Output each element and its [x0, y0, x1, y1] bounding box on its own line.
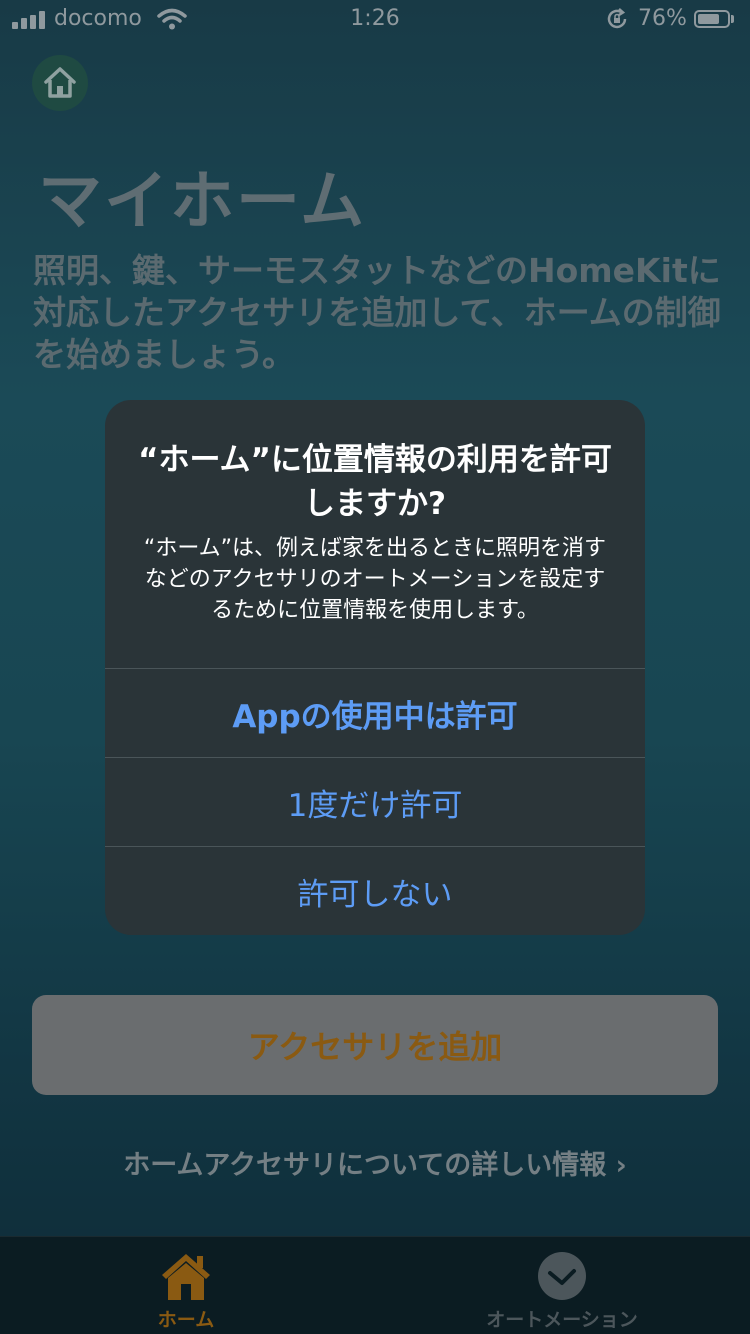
add-accessory-button[interactable]: アクセサリを追加 [32, 995, 718, 1095]
tab-automation[interactable]: オートメーション [462, 1237, 662, 1334]
status-bar: docomo 1:26 76% [0, 0, 750, 40]
alert-title: “ホーム”に位置情報の利用を許可しますか? [138, 442, 612, 522]
battery-percent: 76% [638, 6, 687, 31]
allow-once-button[interactable]: 1度だけ許可 [105, 758, 645, 846]
page-description: 照明、鍵、サーモスタットなどのHomeKitに対応したアクセサリを追加して、ホー… [33, 251, 721, 374]
tab-bar: ホーム オートメーション [0, 1236, 750, 1334]
house-icon [44, 67, 76, 98]
battery-fill [698, 14, 719, 24]
tab-automation-label: オートメーション [486, 1309, 638, 1331]
allow-while-using-button[interactable]: Appの使用中は許可 [105, 669, 645, 757]
accessory-info-link[interactable]: ホームアクセサリについての詳しい情報 › [0, 1143, 750, 1182]
house-icon [162, 1254, 210, 1300]
tab-home-label: ホーム [157, 1309, 215, 1331]
alert-message: “ホーム”は、例えば家を出るときに照明を消すなどのアクセサリのオートメーションを… [143, 536, 607, 623]
tab-home[interactable]: ホーム [86, 1237, 286, 1334]
location-permission-alert: “ホーム”に位置情報の利用を許可しますか? “ホーム”は、例えば家を出るときに照… [105, 400, 645, 935]
rotation-lock-icon [607, 8, 627, 29]
battery-nub [731, 15, 734, 23]
clock-check-icon [538, 1252, 586, 1300]
battery-icon [694, 10, 730, 28]
dont-allow-button[interactable]: 許可しない [105, 847, 645, 935]
page-title: マイホーム [38, 165, 367, 239]
home-settings-button[interactable] [32, 55, 88, 111]
